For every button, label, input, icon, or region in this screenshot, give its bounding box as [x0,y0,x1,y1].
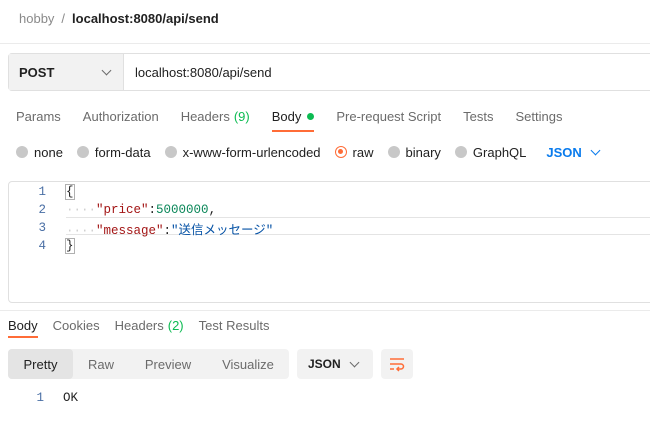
chevron-down-icon [101,65,112,75]
wrap-lines-icon [390,358,405,372]
tab-headers[interactable]: Headers (9) [181,100,250,132]
body-editor[interactable]: 1 { 2 ····"price":5000000, 3 ····"messag… [8,181,650,303]
method-label: POST [19,64,55,80]
open-brace: { [65,184,75,200]
radio-icon [454,146,467,158]
radio-binary[interactable]: binary [387,144,441,160]
request-name[interactable]: localhost:8080/api/send [72,11,219,26]
tab-label: Params [16,108,61,124]
tab-label: Test Results [198,317,270,333]
json-colon: : [163,223,172,238]
body-language-select[interactable]: JSON [546,144,601,160]
editor-line: 1 { [9,183,650,201]
response-text: OK [63,391,79,405]
response-tab-headers[interactable]: Headers (2) [115,312,184,338]
response-body: 1 OK [8,391,78,405]
radio-label: GraphQL [472,144,527,160]
tab-pre-request-script[interactable]: Pre-request Script [336,100,441,132]
request-tabs: Params Authorization Headers (9) Body Pre… [16,100,584,132]
tab-tests[interactable]: Tests [463,100,493,132]
radio-label: form-data [94,144,151,160]
tab-label: Headers [114,317,164,333]
radio-label: binary [405,144,441,160]
json-string: "送信メッセージ" [171,223,274,238]
tab-label: Body [8,317,38,333]
body-modified-dot-icon [307,112,315,120]
tab-label: Cookies [52,317,100,333]
tab-label: Tests [463,108,494,124]
view-visualize[interactable]: Visualize [207,349,289,379]
indent-guide: ···· [66,223,97,238]
tab-label: Headers [180,108,230,124]
json-number: 5000000 [156,203,209,217]
close-brace: } [65,238,75,254]
tab-settings[interactable]: Settings [515,100,562,132]
radio-none[interactable]: none [16,145,63,160]
tab-label: Authorization [82,108,159,124]
url-input[interactable] [124,54,650,90]
view-preview[interactable]: Preview [129,349,207,379]
editor-line: 4 } [9,237,650,255]
headers-count: (9) [233,108,250,124]
response-divider [0,310,650,311]
response-format-select[interactable]: JSON [297,349,373,379]
editor-line: 2 ····"price":5000000, [9,201,650,219]
radio-icon [76,146,89,158]
tab-authorization[interactable]: Authorization [83,100,159,132]
tab-label: Body [271,108,302,124]
chevron-down-icon [349,357,360,367]
line-number: 1 [38,185,46,199]
tab-body[interactable]: Body [271,100,315,132]
breadcrumb: hobby / localhost:8080/api/send [19,11,219,26]
url-bar: POST [8,53,650,91]
body-type-options: none form-data x-www-form-urlencoded raw… [16,143,601,161]
line-number: 4 [38,239,46,253]
tab-label: Settings [515,108,563,124]
line-number: 2 [38,203,46,217]
response-format-label: JSON [308,357,341,371]
radio-label: raw [352,144,374,160]
tab-params[interactable]: Params [16,100,61,132]
json-colon: : [148,203,157,217]
wrap-lines-button[interactable] [381,349,413,379]
radio-icon [16,146,28,158]
tab-label: Pre-request Script [336,108,442,124]
breadcrumb-collection[interactable]: hobby [19,11,54,26]
json-key: "price" [96,203,149,217]
radio-icon [387,146,400,158]
method-select[interactable]: POST [9,54,124,90]
radio-label: none [34,144,63,160]
radio-icon [164,146,177,158]
header-divider [0,43,650,44]
response-tabs: Body Cookies Headers (2) Test Results [8,312,284,338]
body-language-label: JSON [546,144,582,160]
line-number: 1 [36,391,44,405]
response-tab-body[interactable]: Body [8,312,38,338]
breadcrumb-separator: / [61,11,66,26]
chevron-down-icon [590,145,601,155]
editor-line: 3 ····"message":"送信メッセージ" [9,219,650,238]
indent-guide: ···· [66,203,97,217]
radio-raw[interactable]: raw [334,144,374,160]
view-raw[interactable]: Raw [73,349,129,379]
json-comma: , [208,203,217,217]
response-headers-count: (2) [167,317,184,333]
line-number: 3 [38,221,46,235]
response-tab-test-results[interactable]: Test Results [199,312,270,338]
response-view-toggle: Pretty Raw Preview Visualize [8,349,289,379]
radio-checked-icon [334,146,347,158]
radio-x-www-form-urlencoded[interactable]: x-www-form-urlencoded [164,144,321,160]
view-pretty[interactable]: Pretty [8,349,73,379]
radio-graphql[interactable]: GraphQL [454,144,527,160]
radio-label: x-www-form-urlencoded [182,144,321,160]
radio-form-data[interactable]: form-data [76,144,151,160]
json-key: "message" [96,223,164,238]
response-tab-cookies[interactable]: Cookies [53,312,100,338]
